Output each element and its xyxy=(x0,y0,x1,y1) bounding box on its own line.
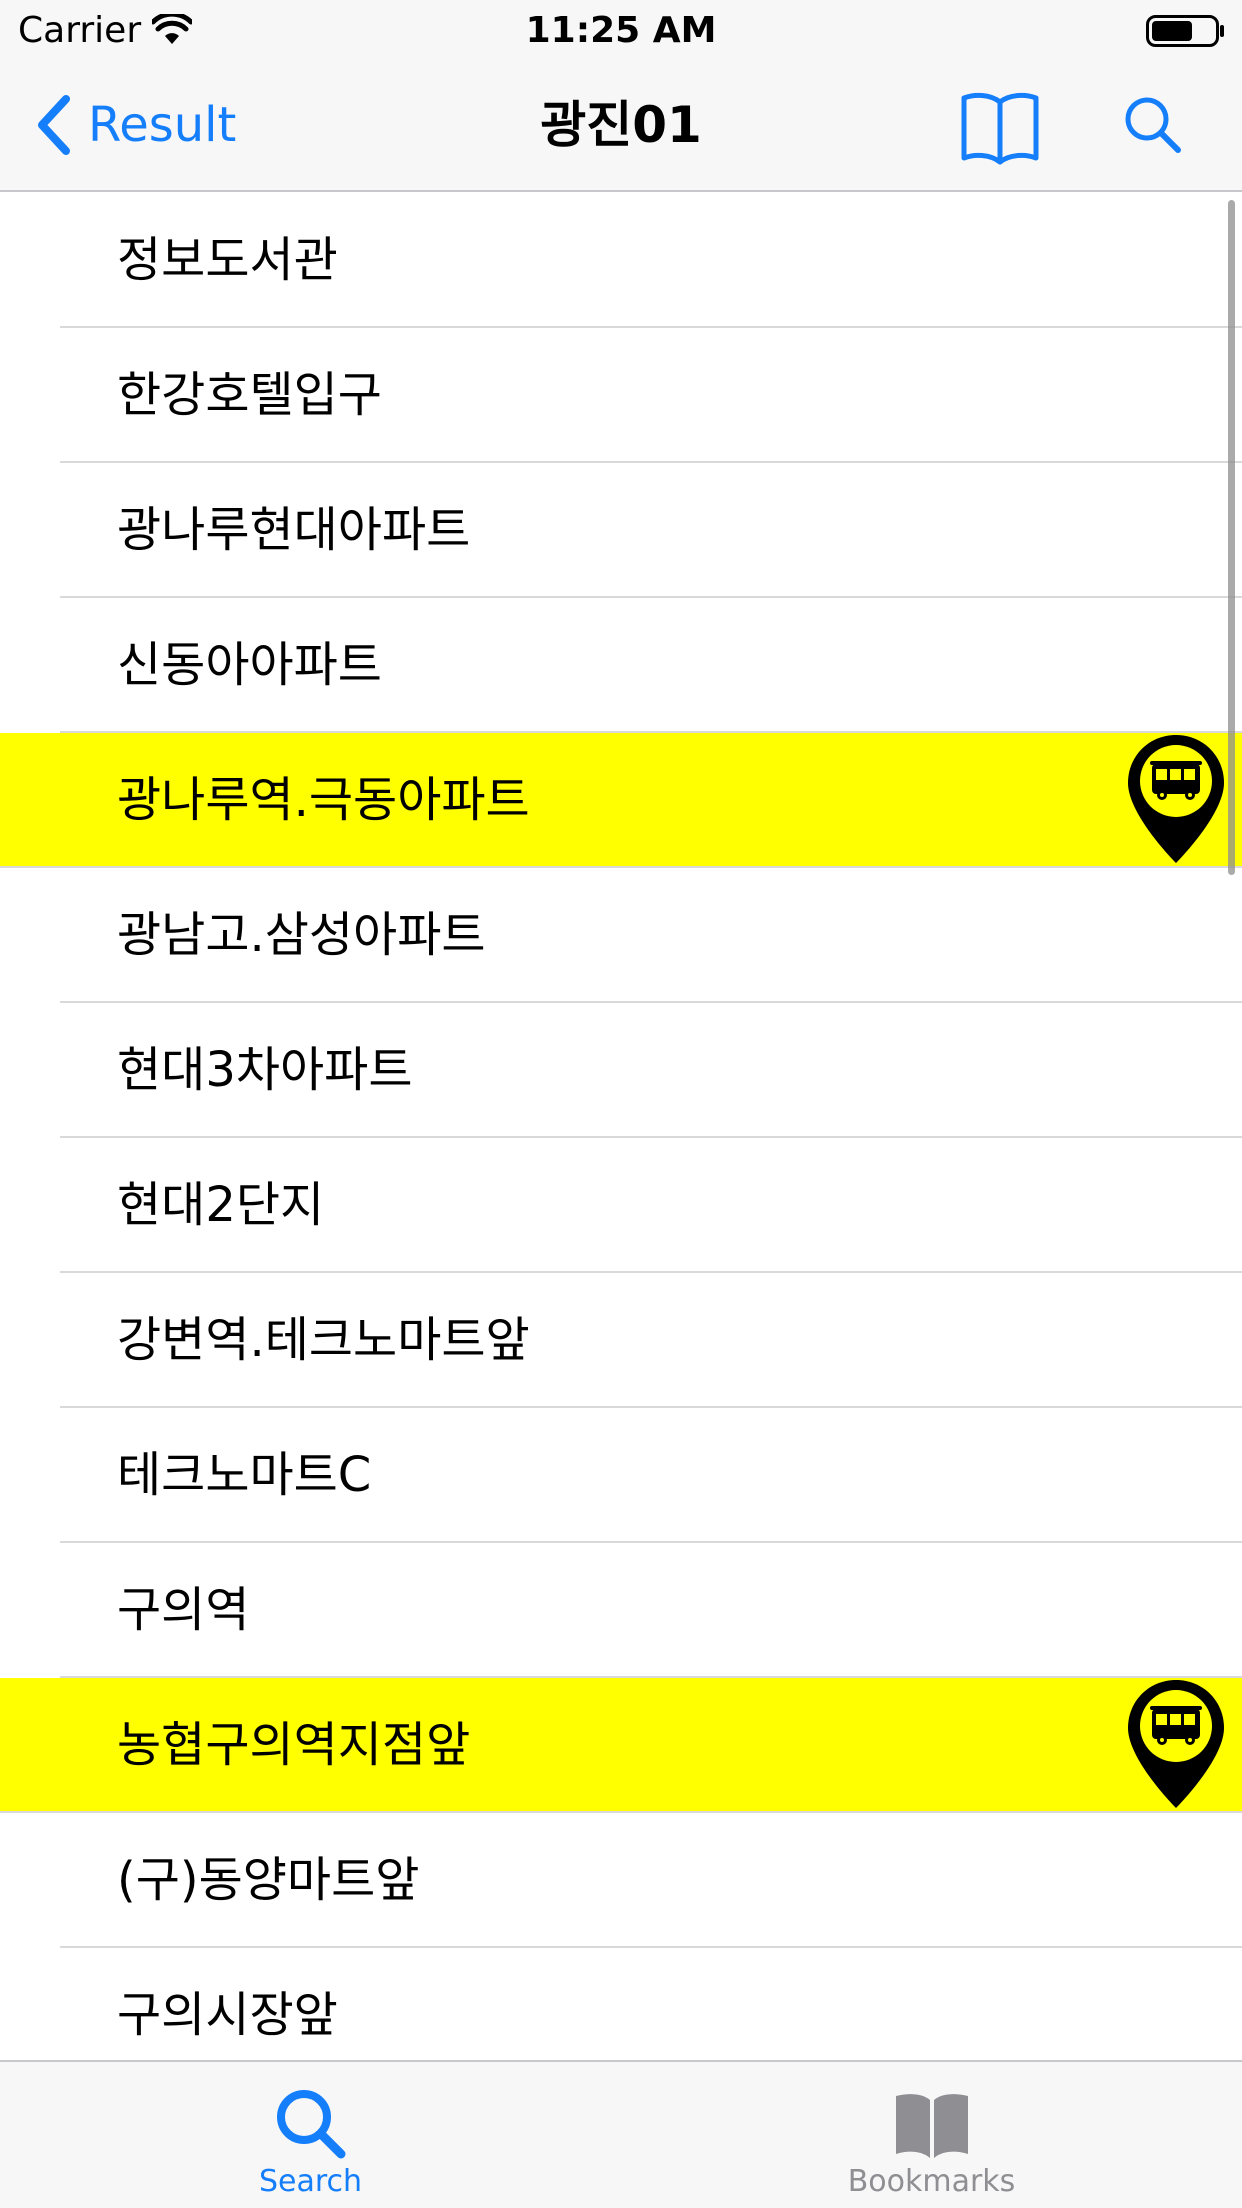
stop-name: 농협구의역지점앞 xyxy=(117,1717,471,1773)
list-item[interactable]: 광나루현대아파트 xyxy=(0,463,1242,598)
list-item[interactable]: (구)동양마트앞 xyxy=(0,1813,1242,1948)
search-icon xyxy=(276,2090,345,2159)
list-item[interactable]: 한강호텔입구 xyxy=(0,328,1242,463)
stop-name: 구의역 xyxy=(117,1582,250,1638)
list-item[interactable]: 현대2단지 xyxy=(0,1138,1242,1273)
stop-name: 강변역.테크노마트앞 xyxy=(117,1312,530,1368)
app-screen: Carrier 11:25 AM Result 광진01 정보도서관 한강호텔입… xyxy=(0,0,1242,2208)
tab-bookmarks-label: Bookmarks xyxy=(847,2164,1016,2199)
list-item[interactable]: 광남고.삼성아파트 xyxy=(0,868,1242,1003)
navigation-bar: Result 광진01 xyxy=(0,60,1242,192)
stop-list: 정보도서관한강호텔입구광나루현대아파트신동아아파트광나루역.극동아파트 광남고.… xyxy=(0,193,1242,2083)
search-icon[interactable] xyxy=(1122,94,1184,156)
stop-name: 한강호텔입구 xyxy=(117,367,382,423)
list-item[interactable]: 테크노마트C xyxy=(0,1408,1242,1543)
tab-search[interactable]: Search xyxy=(0,2062,621,2208)
list-item[interactable]: 정보도서관 xyxy=(0,193,1242,328)
book-icon xyxy=(895,2094,968,2158)
list-item[interactable]: 현대3차아파트 xyxy=(0,1003,1242,1138)
list-item-highlighted[interactable]: 농협구의역지점앞 xyxy=(0,1678,1242,1813)
stop-name: 광나루역.극동아파트 xyxy=(117,772,530,828)
battery-icon xyxy=(1146,15,1224,47)
stop-name: 현대3차아파트 xyxy=(117,1042,413,1098)
list-item[interactable]: 강변역.테크노마트앞 xyxy=(0,1273,1242,1408)
page-title: 광진01 xyxy=(540,96,702,154)
list-item[interactable]: 구의역 xyxy=(0,1543,1242,1678)
list-item[interactable]: 신동아아파트 xyxy=(0,598,1242,733)
bus-stop-pin-icon xyxy=(1128,735,1224,863)
list-item-highlighted[interactable]: 광나루역.극동아파트 xyxy=(0,733,1242,868)
scroll-indicator[interactable] xyxy=(1228,200,1235,875)
stop-name: 정보도서관 xyxy=(117,232,338,288)
book-icon[interactable] xyxy=(960,86,1040,166)
stop-name: 현대2단지 xyxy=(117,1177,325,1233)
stop-name: 신동아아파트 xyxy=(117,637,382,693)
stop-name: (구)동양마트앞 xyxy=(117,1852,420,1908)
stop-name: 광나루현대아파트 xyxy=(117,502,471,558)
tab-search-label: Search xyxy=(258,2164,363,2199)
status-time: 11:25 AM xyxy=(525,10,717,51)
status-bar: Carrier 11:25 AM xyxy=(0,0,1242,60)
stop-name: 테크노마트C xyxy=(117,1447,372,1503)
tab-bar: Search Bookmarks xyxy=(0,2060,1242,2208)
bus-stop-pin-icon xyxy=(1128,1680,1224,1808)
tab-bookmarks[interactable]: Bookmarks xyxy=(621,2062,1242,2208)
stop-name: 광남고.삼성아파트 xyxy=(117,907,486,963)
